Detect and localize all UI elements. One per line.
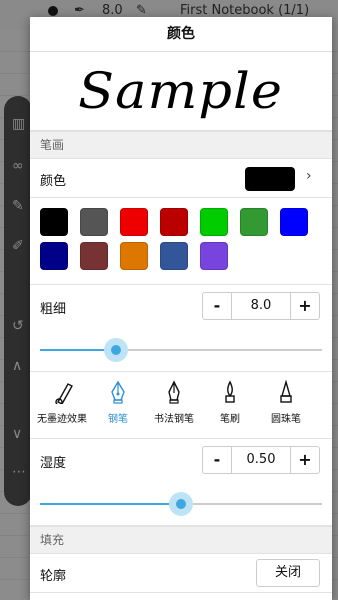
color-palette — [30, 198, 332, 285]
wetness-slider-track[interactable] — [40, 492, 322, 516]
palette-color-swatch[interactable] — [120, 242, 148, 270]
pen-size-value: 8.0 — [102, 3, 123, 18]
palette-color-swatch[interactable] — [160, 208, 188, 236]
pen-type-label: 笔刷 — [220, 414, 240, 425]
color-label: 颜色 — [40, 174, 67, 189]
lasso-icon[interactable]: ∞ — [12, 158, 24, 174]
pen-type-option[interactable]: 圆珠笔 — [256, 380, 316, 425]
palette-color-swatch[interactable] — [280, 208, 308, 236]
no-ink-pen-icon — [55, 383, 73, 404]
brush-icon — [225, 380, 235, 403]
wetness-slider[interactable] — [30, 481, 332, 526]
wetness-slider-fill — [40, 503, 181, 505]
sample-text: Sample — [78, 62, 284, 120]
pen-type-option[interactable]: 钢笔 — [88, 380, 148, 425]
wetness-slider-knob[interactable] — [169, 492, 193, 516]
current-color-swatch[interactable] — [245, 167, 295, 191]
pen-type-label: 无墨迹效果 — [37, 414, 87, 425]
wetness-value[interactable]: 0.50 — [231, 447, 291, 473]
wetness-row: 湿度 - 0.50 + — [30, 439, 332, 481]
pen-style-icon[interactable]: ✎ — [136, 3, 147, 18]
outline-label: 轮廓 — [40, 569, 67, 584]
notebook-title: First Notebook (1/1) — [180, 3, 310, 18]
chevron-right-icon[interactable]: › — [306, 168, 312, 184]
books-icon[interactable]: ▥ — [12, 116, 25, 132]
palette-color-swatch[interactable] — [200, 242, 228, 270]
pen-type-option[interactable]: 书法钢笔 — [144, 380, 204, 425]
wetness-stepper: - 0.50 + — [202, 446, 320, 474]
undo-icon[interactable]: ↺ — [12, 318, 24, 334]
palette-color-swatch[interactable] — [40, 208, 68, 236]
thickness-value[interactable]: 8.0 — [231, 293, 291, 319]
down-icon[interactable]: ∨ — [12, 426, 22, 442]
color-dialog: 颜色 Sample 笔画 颜色 › 粗细 - 8.0 + 无墨迹效果 钢笔 书法钢笔… — [30, 17, 332, 600]
wetness-plus-button[interactable]: + — [291, 447, 319, 473]
pen-type-option[interactable]: 无墨迹效果 — [32, 380, 92, 425]
color-row[interactable]: 颜色 › — [30, 159, 332, 198]
pen-type-option[interactable]: 笔刷 — [200, 380, 260, 425]
pen-icon[interactable]: ✒ — [74, 3, 85, 18]
palette-color-swatch[interactable] — [40, 242, 68, 270]
side-toolbar: ▥ ∞ ✎ ✐ ↺ ∧ ∨ ⋯ — [4, 96, 32, 506]
pen-type-label: 圆珠笔 — [271, 414, 301, 425]
pen-type-label: 书法钢笔 — [154, 414, 194, 425]
dialog-title: 颜色 — [30, 17, 332, 52]
wetness-label: 湿度 — [40, 456, 67, 471]
ballpoint-pen-icon — [280, 380, 292, 403]
pen-tool-icon[interactable]: ✎ — [12, 198, 24, 214]
thickness-stepper: - 8.0 + — [202, 292, 320, 320]
pen-type-label: 钢笔 — [108, 414, 128, 425]
thickness-slider-knob[interactable] — [104, 338, 129, 362]
thickness-slider-track[interactable] — [40, 338, 322, 362]
thickness-slider[interactable] — [30, 327, 332, 372]
more-icon[interactable]: ⋯ — [12, 464, 26, 480]
palette-color-swatch[interactable] — [80, 208, 108, 236]
thickness-plus-button[interactable]: + — [291, 293, 319, 319]
outline-row: 轮廓 关闭 — [30, 554, 332, 593]
palette-color-swatch[interactable] — [200, 208, 228, 236]
fountain-pen-icon — [111, 380, 125, 404]
thickness-label: 粗细 — [40, 302, 67, 317]
fill-section-header: 填充 — [30, 526, 332, 554]
palette-color-swatch[interactable] — [80, 242, 108, 270]
stroke-section-header: 笔画 — [30, 131, 332, 159]
pen-type-selector: 无墨迹效果 钢笔 书法钢笔 笔刷 圆珠笔 — [30, 372, 332, 439]
calligraphy-pen-icon — [168, 380, 180, 404]
outline-toggle-button[interactable]: 关闭 — [256, 559, 320, 587]
palette-color-swatch[interactable] — [240, 208, 268, 236]
stroke-sample: Sample — [30, 52, 332, 131]
color-dot-icon[interactable] — [48, 6, 58, 16]
highlighter-icon[interactable]: ✐ — [12, 238, 24, 254]
thickness-minus-button[interactable]: - — [203, 293, 231, 319]
thickness-row: 粗细 - 8.0 + — [30, 285, 332, 327]
up-icon[interactable]: ∧ — [12, 358, 22, 374]
palette-color-swatch[interactable] — [120, 208, 148, 236]
palette-color-swatch[interactable] — [160, 242, 188, 270]
wetness-minus-button[interactable]: - — [203, 447, 231, 473]
